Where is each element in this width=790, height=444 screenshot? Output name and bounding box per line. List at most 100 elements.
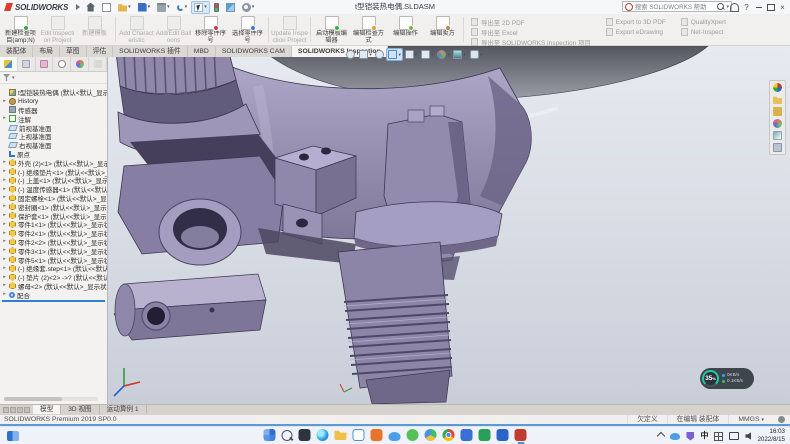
view-settings-button[interactable]: ▾	[469, 49, 483, 60]
edit-inspection-methods-button[interactable]: 编辑检查方式	[350, 14, 387, 45]
file-explorer-taskbar-button[interactable]	[335, 429, 347, 441]
expand-arrow-icon[interactable]: ▸	[2, 222, 7, 227]
pick-balloons-button[interactable]: 选择零件序号	[229, 14, 266, 45]
wps-taskbar-button[interactable]	[479, 429, 491, 441]
expand-arrow-icon[interactable]: ▸	[2, 178, 7, 183]
feature-tree-item[interactable]: 前视基准面	[0, 123, 107, 132]
ribbon-tab[interactable]: 草图	[60, 46, 87, 57]
task-view-taskbar-button[interactable]	[299, 429, 311, 441]
configurationmanager-tab[interactable]	[36, 57, 54, 71]
new-inspection-project-button[interactable]: 新建检查项目(amp;N)	[2, 14, 39, 45]
ribbon-tab[interactable]: 装配体	[0, 46, 33, 57]
expand-arrow-icon[interactable]: ▸	[2, 283, 7, 288]
tray-chevron[interactable]	[657, 432, 665, 440]
zoom-area-button[interactable]: ▾	[358, 49, 372, 60]
zoom-fit-button[interactable]	[345, 49, 356, 60]
solidworks-taskbar-button[interactable]	[515, 429, 527, 441]
expand-arrow-icon[interactable]: ▸	[2, 213, 7, 218]
expand-arrow-icon[interactable]: ▸	[2, 257, 7, 262]
help-button[interactable]: ?	[741, 1, 752, 13]
launch-template-editor-button[interactable]: 启动模板编辑器	[313, 14, 350, 45]
new-document-button[interactable]	[100, 2, 113, 13]
previous-view-button[interactable]	[374, 49, 385, 60]
tray-input-grid[interactable]	[714, 432, 723, 441]
tray-onedrive[interactable]	[670, 433, 680, 440]
rebuild-button[interactable]	[212, 2, 221, 13]
propertymanager-tab[interactable]	[18, 57, 36, 71]
expand-arrow-icon[interactable]: ▸	[2, 116, 7, 121]
panel-horizontal-scrollbar[interactable]	[4, 397, 98, 401]
expand-arrow-icon[interactable]: ▸	[2, 292, 7, 297]
next-tab-button[interactable]	[17, 407, 23, 413]
mail-taskbar-button[interactable]	[353, 429, 365, 441]
dropdown-arrow-icon[interactable]: ▾	[398, 52, 400, 58]
expand-arrow-icon[interactable]: ▸	[2, 204, 7, 209]
restore-button[interactable]	[765, 1, 776, 13]
ribbon-tab[interactable]: SOLIDWORKS 插件	[113, 46, 188, 57]
taskbar-clock[interactable]: 16:03 2022/8/15	[757, 428, 785, 444]
ribbon-tab[interactable]: 布局	[33, 46, 60, 57]
search-icon[interactable]	[717, 3, 724, 10]
dropdown-arrow-icon[interactable]: ▾	[415, 52, 417, 58]
displaymanager-tab[interactable]	[71, 57, 89, 71]
dropdown-arrow-icon[interactable]: ▾	[167, 4, 170, 10]
display-style-button[interactable]: ▾	[404, 49, 418, 60]
expand-arrow-icon[interactable]: ▸	[2, 248, 7, 253]
tray-volume[interactable]	[745, 432, 751, 440]
word-taskbar-button[interactable]	[497, 429, 509, 441]
minimize-button[interactable]	[753, 1, 764, 13]
design-library-tab[interactable]	[773, 95, 782, 104]
dropdown-arrow-icon[interactable]: ▾	[204, 4, 207, 10]
model-3d-view[interactable]	[108, 46, 790, 404]
dropdown-arrow-icon[interactable]: ▾	[431, 52, 433, 58]
widgets-button[interactable]	[7, 431, 19, 441]
search-box[interactable]: 搜索 SOLIDWORKS 帮助 ▾	[622, 1, 732, 12]
expand-arrow-icon[interactable]: ▸	[2, 231, 7, 236]
remove-balloons-button[interactable]: 移除零件序号	[192, 14, 229, 45]
ribbon-tab[interactable]: MBD	[188, 46, 216, 57]
panel-arrows-tab[interactable]	[89, 57, 107, 71]
tray-ime[interactable]: 中	[700, 432, 708, 440]
view-palette-tab[interactable]	[773, 119, 782, 128]
scrollbar-thumb[interactable]	[4, 397, 62, 401]
home-button[interactable]	[84, 2, 97, 13]
section-view-button[interactable]: ▾	[387, 49, 401, 60]
feature-tree-item[interactable]: t型铠装热电偶 (默认<默认_显示状态-1>)	[0, 88, 107, 97]
dropdown-arrow-icon[interactable]: ▾	[252, 4, 255, 10]
custom-properties-tab[interactable]	[773, 143, 782, 152]
feature-tree-item[interactable]: 上视基准面	[0, 132, 107, 141]
hide-show-items-button[interactable]: ▾	[420, 49, 434, 60]
rollback-bar[interactable]	[2, 300, 105, 302]
print-button[interactable]: ▾	[155, 2, 172, 13]
expand-arrow-icon[interactable]: ▸	[2, 99, 7, 104]
first-tab-button[interactable]	[3, 407, 9, 413]
store-taskbar-button[interactable]	[371, 429, 383, 441]
file-explorer-tab[interactable]	[773, 107, 782, 116]
edit-operations-button[interactable]: 编辑操作	[387, 14, 424, 45]
dropdown-arrow-icon[interactable]: ▾	[480, 52, 482, 58]
speed-ball-overlay[interactable]: 35% 0KB/s 0.1KB/s	[700, 368, 754, 389]
apply-scene-button[interactable]: ▾	[452, 49, 466, 60]
edit-appearance-button[interactable]: ▾	[436, 49, 450, 60]
last-tab-button[interactable]	[24, 407, 30, 413]
save-button[interactable]: ▾	[136, 2, 153, 13]
status-badge-icon[interactable]	[778, 416, 785, 423]
feature-tree-item[interactable]: ▸注解	[0, 114, 107, 123]
edit-vendors-button[interactable]: 编辑卖方	[424, 14, 461, 45]
filter-icon[interactable]	[3, 74, 10, 81]
options-button[interactable]: ▾	[240, 2, 257, 13]
dropdown-arrow-icon[interactable]: ▾	[148, 4, 151, 10]
search-taskbar-button[interactable]	[282, 430, 293, 441]
expand-arrow-icon[interactable]: ▸	[2, 169, 7, 174]
previous-tab-button[interactable]	[10, 407, 16, 413]
user-account-button[interactable]	[729, 1, 740, 13]
cloud-app-taskbar-button[interactable]	[389, 432, 401, 441]
feature-tree-item[interactable]: 传感器	[0, 106, 107, 115]
filter-dropdown-icon[interactable]: ▾	[12, 75, 15, 81]
browser-360-taskbar-button[interactable]	[425, 429, 437, 441]
expand-arrow-icon[interactable]: ▸	[2, 266, 7, 271]
dimxpertmanager-tab[interactable]	[53, 57, 71, 71]
ribbon-tab[interactable]: SOLIDWORKS CAM	[216, 46, 292, 57]
featuremanager-tree-tab[interactable]	[0, 57, 18, 71]
expand-arrow-icon[interactable]: ▸	[2, 187, 7, 192]
